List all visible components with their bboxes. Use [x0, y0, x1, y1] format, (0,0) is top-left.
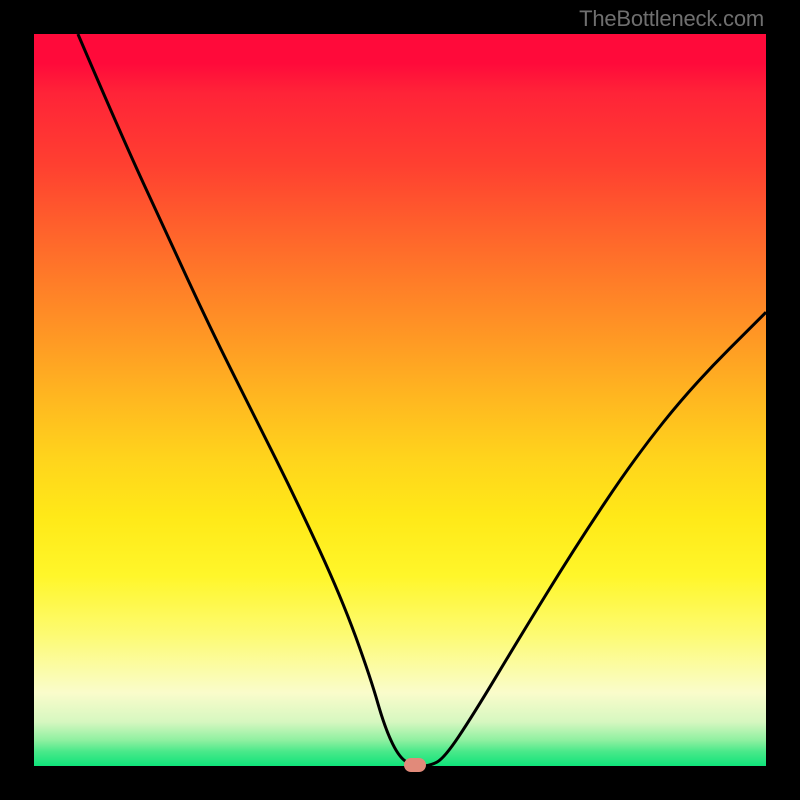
attribution-text: TheBottleneck.com [579, 6, 764, 32]
bottleneck-curve [34, 34, 766, 766]
curve-path [78, 34, 766, 766]
plot-area [34, 34, 766, 766]
optimal-point-marker [404, 758, 426, 772]
chart-frame: TheBottleneck.com [0, 0, 800, 800]
